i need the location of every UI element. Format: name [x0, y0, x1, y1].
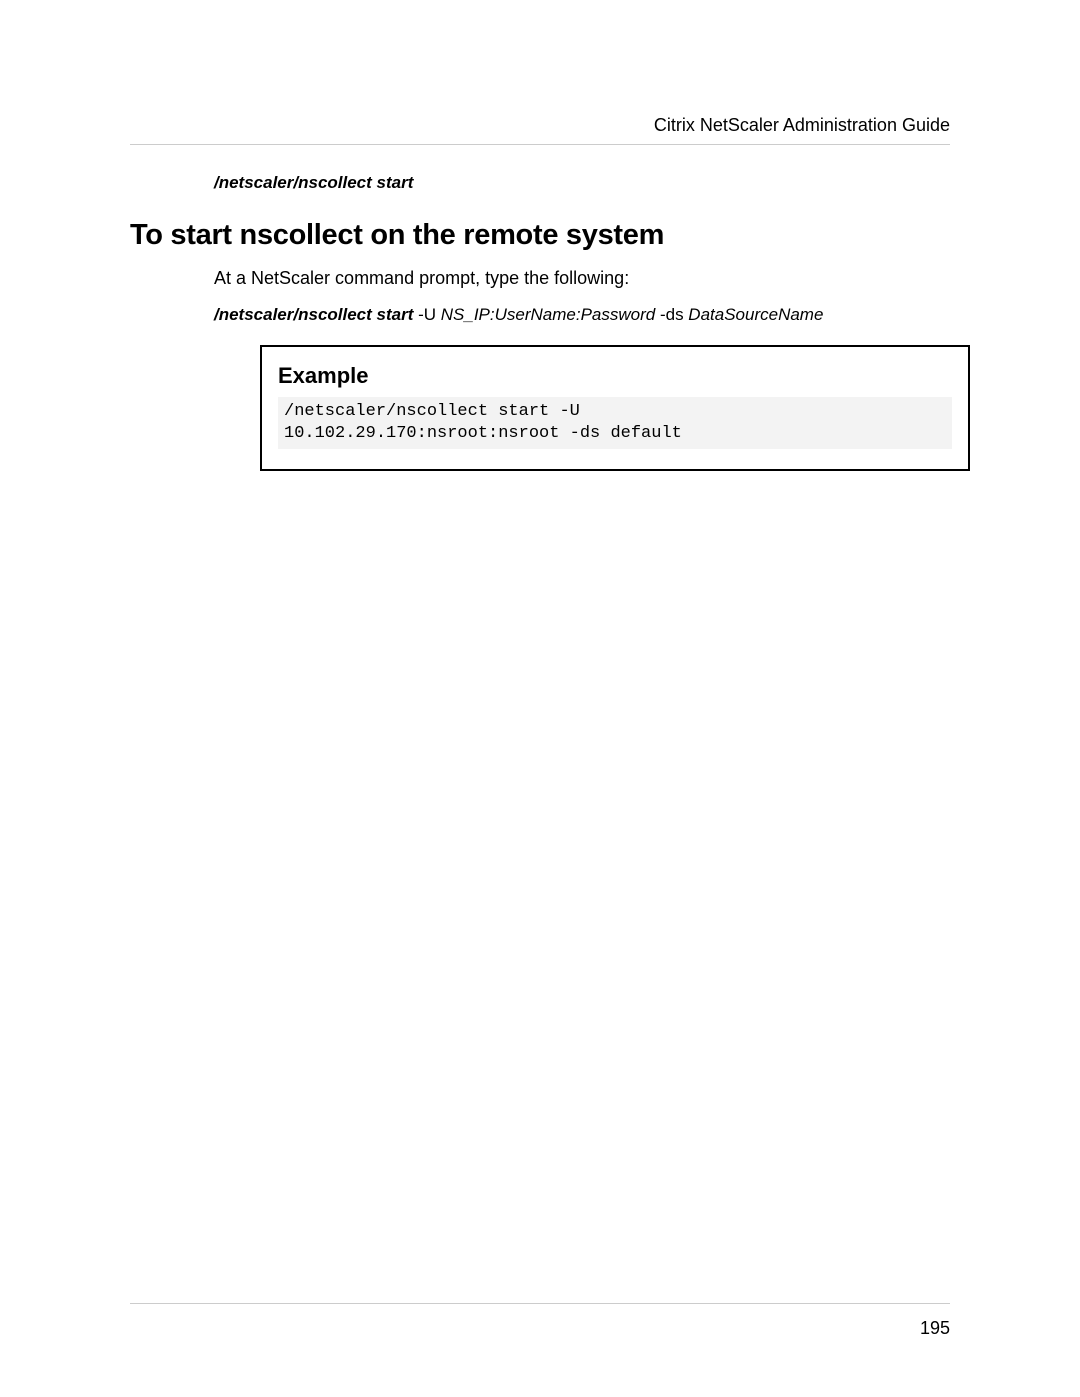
- syntax-line: /netscaler/nscollect start -U NS_IP:User…: [214, 305, 950, 325]
- footer: 195: [130, 1303, 950, 1339]
- section-body: At a NetScaler command prompt, type the …: [130, 268, 950, 325]
- page-number: 195: [130, 1318, 950, 1339]
- syntax-cmd: /netscaler/nscollect start: [214, 305, 413, 324]
- intro-text: At a NetScaler command prompt, type the …: [214, 268, 950, 289]
- first-command: /netscaler/nscollect start: [214, 173, 950, 193]
- section-heading: To start nscollect on the remote system: [130, 219, 950, 252]
- example-box: Example /netscaler/nscollect start -U 10…: [260, 345, 970, 471]
- example-code: /netscaler/nscollect start -U 10.102.29.…: [278, 397, 952, 449]
- syntax-arg2: DataSourceName: [688, 305, 823, 324]
- header-rule: [130, 144, 950, 145]
- footer-rule: [130, 1303, 950, 1304]
- syntax-arg1: NS_IP:UserName:Password: [441, 305, 655, 324]
- syntax-flag2: -ds: [655, 305, 688, 324]
- content-block: /netscaler/nscollect start: [130, 173, 950, 193]
- document-page: Citrix NetScaler Administration Guide /n…: [0, 0, 1080, 1397]
- header-title: Citrix NetScaler Administration Guide: [130, 115, 950, 136]
- syntax-flag1: -U: [413, 305, 440, 324]
- example-heading: Example: [278, 363, 952, 389]
